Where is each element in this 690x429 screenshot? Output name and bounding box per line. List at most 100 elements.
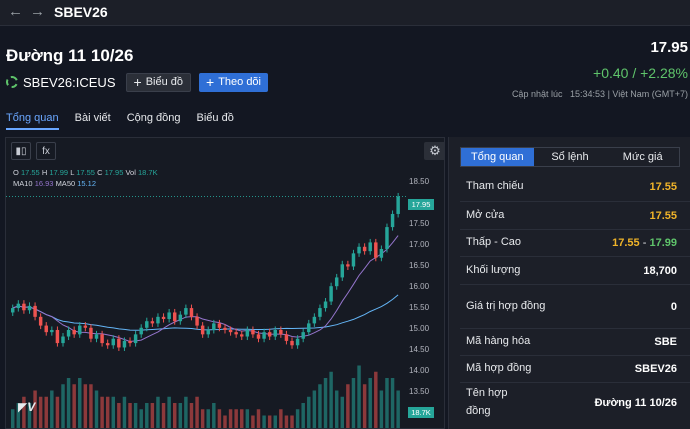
volume-bar: [189, 403, 194, 428]
candle: [329, 286, 333, 302]
candle: [83, 325, 88, 328]
y-tick-label: 14.50: [409, 345, 430, 354]
volume-bar: [133, 403, 138, 428]
volume-bar: [72, 384, 76, 428]
list-item: Tên hợp đồng Đường 11 10/26: [460, 382, 690, 422]
high-value: 17.99: [49, 168, 69, 177]
volume-bar: [200, 409, 205, 428]
panel-tab-price-levels[interactable]: Mức giá: [606, 148, 679, 166]
candle: [240, 334, 244, 337]
candle: [184, 308, 188, 315]
volume-bar: [290, 415, 294, 428]
volume-bar: [217, 409, 222, 428]
candle: [307, 323, 311, 333]
price-badge: 17.95: [408, 199, 434, 210]
volume-bar: [122, 396, 127, 428]
candle: [66, 329, 71, 337]
top-nav-bar: ← → SBEV26: [0, 0, 690, 26]
y-tick-label: 15.00: [409, 324, 430, 333]
candlestick-icon[interactable]: ▮▯: [11, 142, 31, 160]
candle: [251, 329, 255, 335]
candle: [150, 321, 155, 324]
volume-bar: [61, 384, 65, 428]
volume-bar: [228, 409, 233, 428]
ma-legend: MA10 16.93 MA50 15.12: [13, 179, 96, 188]
ma50-line: [12, 294, 399, 331]
volume-bar: [279, 409, 283, 428]
row-label: Giá trị hợp đồng: [466, 299, 546, 312]
volume-bar: [262, 415, 266, 428]
close-label: C: [97, 168, 103, 177]
candle: [44, 325, 48, 333]
open-label: O: [13, 168, 19, 177]
volume-bar: [167, 396, 171, 428]
tab-articles[interactable]: Bài viết: [75, 112, 111, 130]
volume-bar: [301, 403, 305, 428]
tab-chart[interactable]: Biểu đồ: [197, 112, 234, 130]
candle: [312, 316, 317, 324]
indicator-button[interactable]: fx: [36, 142, 56, 160]
open-value: 17.55: [20, 168, 40, 177]
candle: [273, 329, 277, 337]
list-item: Mã hàng hóa SBE: [460, 328, 690, 355]
volume-bar: [94, 390, 99, 428]
candle: [262, 332, 266, 339]
candle: [100, 334, 104, 344]
gear-icon[interactable]: ⚙: [424, 142, 444, 160]
volume-bar: [357, 365, 361, 428]
arrow-left-icon[interactable]: ←: [8, 3, 23, 20]
volume-bar: [245, 409, 250, 428]
follow-button[interactable]: + Theo dõi: [199, 72, 268, 92]
candle: [122, 340, 127, 348]
volume-bar: [161, 403, 166, 428]
candle: [340, 264, 345, 278]
volume-bar: [374, 371, 378, 428]
ma10-line: [12, 235, 399, 343]
candle: [284, 334, 289, 341]
row-label: Tên hợp đồng: [466, 387, 508, 417]
main-tabs: Tổng quan Bài viết Cộng đồng Biểu đồ: [6, 112, 250, 130]
candle: [33, 305, 37, 317]
candle: [295, 338, 300, 346]
panel-tab-overview[interactable]: Tổng quan: [461, 148, 534, 166]
panel-tab-orderbook[interactable]: Sổ lệnh: [534, 148, 607, 166]
candle: [362, 246, 367, 252]
candle: [379, 248, 384, 258]
candle: [200, 325, 205, 335]
row-value: Đường 11 10/26: [594, 396, 677, 409]
candle: [78, 325, 82, 335]
tab-community[interactable]: Cộng đồng: [127, 112, 181, 130]
candle: [139, 327, 143, 335]
volume-bar: [206, 409, 210, 428]
volume-bar: [100, 396, 104, 428]
list-item: Thấp - Cao 17.55 - 17.99: [460, 229, 690, 256]
volume-bar: [240, 409, 244, 428]
arrow-right-icon[interactable]: →: [30, 3, 45, 20]
row-value: 17.55: [649, 209, 677, 222]
volume-label: Vol: [125, 168, 136, 177]
row-value: 0: [670, 300, 677, 313]
candle: [22, 303, 26, 311]
y-tick-label: 18.50: [409, 177, 430, 186]
volume-bar: [368, 378, 372, 428]
volume-bar: [55, 396, 60, 428]
volume-bar: [396, 390, 400, 428]
candle: [396, 196, 400, 214]
tab-overview[interactable]: Tổng quan: [6, 112, 59, 130]
candle: [346, 264, 350, 267]
low-label: L: [70, 168, 75, 177]
price-chart[interactable]: ▮▯ fx ⚙ O 17.55 H 17.99 L 17.55 C 17.95 …: [5, 137, 445, 429]
ma50-label: MA50: [55, 179, 76, 188]
volume-bar: [346, 384, 350, 428]
candle: [50, 329, 54, 333]
volume-bar: [139, 409, 143, 428]
volume-bar: [66, 378, 71, 428]
candle: [195, 316, 199, 326]
candle: [89, 327, 93, 339]
volume-bar: [379, 390, 384, 428]
candle: [61, 336, 65, 344]
chart-button[interactable]: + Biểu đồ: [125, 72, 191, 92]
ma10-value: 16.93: [34, 179, 54, 188]
overview-rows: Tham chiếu 17.55 Mở cửa 17.55 Thấp - Cao…: [460, 173, 690, 422]
volume-bar: [212, 403, 216, 428]
